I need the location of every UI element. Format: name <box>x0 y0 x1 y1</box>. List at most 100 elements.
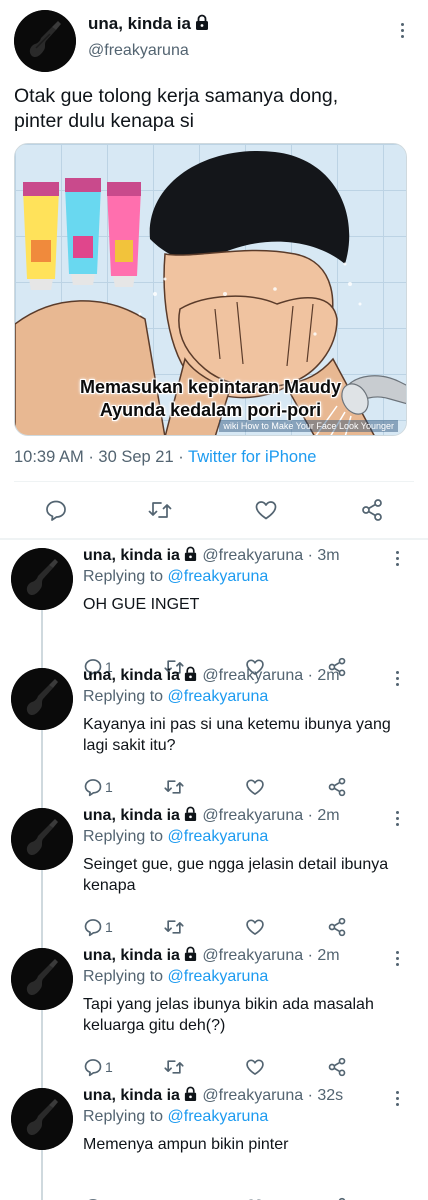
author-handle[interactable]: @freakyaruna <box>88 42 189 60</box>
reply-text: Tapi yang jelas ibunya bikin ada masalah… <box>83 996 374 1034</box>
guitar-silhouette-icon <box>11 668 73 730</box>
reply-header: una, kinda ia @freakyaruna · 2m <box>83 806 340 825</box>
more-options-icon[interactable] <box>387 668 407 688</box>
share-button[interactable] <box>327 916 347 938</box>
meta-separator: · <box>307 947 313 964</box>
replying-to-handle[interactable]: @freakyaruna <box>168 828 269 845</box>
tweet-actions <box>0 496 428 526</box>
reply-tweet[interactable]: una, kinda ia @freakyaruna · 3m Replying… <box>0 540 428 680</box>
author-name-text: una, kinda ia <box>88 14 191 33</box>
lock-icon <box>195 14 208 30</box>
reply-tweet[interactable]: una, kinda ia @freakyaruna · 2m Replying… <box>0 940 428 1080</box>
share-icon <box>362 499 382 521</box>
share-button[interactable] <box>327 1056 347 1078</box>
reply-tweet[interactable]: una, kinda ia @freakyaruna · 32s Replyin… <box>0 1080 428 1200</box>
retweet-button[interactable] <box>163 1196 185 1200</box>
more-options-icon[interactable] <box>392 20 412 40</box>
reply-button[interactable]: 1 <box>83 1056 113 1078</box>
author-name[interactable]: una, kinda ia <box>83 1087 180 1104</box>
replying-to-handle[interactable]: @freakyaruna <box>168 968 269 985</box>
reply-button[interactable] <box>42 496 70 524</box>
author-name[interactable]: una, kinda ia <box>83 947 180 964</box>
avatar[interactable] <box>14 10 76 72</box>
reply-icon <box>46 500 66 521</box>
author-handle[interactable]: @freakyaruna <box>202 807 303 824</box>
more-options-icon[interactable] <box>387 548 407 568</box>
replying-to: Replying to @freakyaruna <box>83 688 268 706</box>
reply-button[interactable] <box>83 1196 105 1200</box>
more-options-icon[interactable] <box>387 1088 407 1108</box>
meta-separator: · <box>178 448 184 466</box>
retweet-button[interactable] <box>146 496 174 524</box>
cleanser-tubes <box>23 178 141 290</box>
author-name[interactable]: una, kinda ia <box>83 667 180 684</box>
reply-time[interactable]: 2m <box>317 807 339 824</box>
retweet-button[interactable] <box>163 916 185 938</box>
replying-to-handle[interactable]: @freakyaruna <box>168 1108 269 1125</box>
main-tweet: una, kinda ia @freakyaruna Otak gue tolo… <box>0 0 428 540</box>
author-handle[interactable]: @freakyaruna <box>202 1087 303 1104</box>
source-link[interactable]: Twitter for iPhone <box>188 448 316 466</box>
avatar[interactable] <box>11 548 73 610</box>
lock-icon <box>184 1086 197 1102</box>
replying-to: Replying to @freakyaruna <box>83 968 268 986</box>
reply-header: una, kinda ia @freakyaruna · 2m <box>83 946 340 965</box>
lock-icon <box>184 806 197 822</box>
guitar-silhouette-icon <box>14 10 76 72</box>
replying-label: Replying to <box>83 968 164 985</box>
reply-icon <box>84 919 102 937</box>
tweet-image[interactable]: Memasukan kepintaran Maudy Ayunda kedala… <box>14 143 407 436</box>
reply-tweet[interactable]: una, kinda ia @freakyaruna · 2m Replying… <box>0 660 428 800</box>
meta-separator: · <box>307 807 313 824</box>
author-handle[interactable]: @freakyaruna <box>202 947 303 964</box>
replying-label: Replying to <box>83 828 164 845</box>
author-name[interactable]: una, kinda ia <box>83 807 180 824</box>
retweet-button[interactable] <box>163 776 185 798</box>
like-button[interactable] <box>245 1196 265 1200</box>
retweet-button[interactable] <box>163 1056 185 1078</box>
replying-label: Replying to <box>83 1108 164 1125</box>
reply-icon <box>84 779 102 797</box>
author-name[interactable]: una, kinda ia <box>88 14 210 34</box>
meta-separator: · <box>307 667 313 684</box>
reply-time[interactable]: 3m <box>317 547 339 564</box>
avatar[interactable] <box>11 948 73 1010</box>
share-button[interactable] <box>327 776 347 798</box>
author-handle[interactable]: @freakyaruna <box>202 667 303 684</box>
reply-time[interactable]: 2m <box>317 947 339 964</box>
more-options-icon[interactable] <box>387 948 407 968</box>
reply-time[interactable]: 32s <box>317 1087 343 1104</box>
share-icon <box>328 1057 346 1077</box>
share-icon <box>328 777 346 797</box>
avatar[interactable] <box>11 808 73 870</box>
lock-icon <box>184 666 197 682</box>
like-button[interactable] <box>252 496 280 524</box>
reply-actions <box>83 1196 383 1200</box>
replying-to-handle[interactable]: @freakyaruna <box>168 568 269 585</box>
reply-button[interactable]: 1 <box>83 916 113 938</box>
reply-header: una, kinda ia @freakyaruna · 3m <box>83 546 340 565</box>
tweet-text: Otak gue tolong kerja samanya dong, pint… <box>14 85 339 132</box>
retweet-icon <box>164 920 184 934</box>
more-options-icon[interactable] <box>387 808 407 828</box>
reply-time[interactable]: 2m <box>317 667 339 684</box>
date[interactable]: 30 Sep 21 <box>98 448 173 466</box>
share-button[interactable] <box>327 1196 347 1200</box>
like-button[interactable] <box>245 916 265 938</box>
like-icon <box>255 501 277 520</box>
like-button[interactable] <box>245 776 265 798</box>
author-handle[interactable]: @freakyaruna <box>202 547 303 564</box>
avatar[interactable] <box>11 1088 73 1150</box>
avatar[interactable] <box>11 668 73 730</box>
reply-header: una, kinda ia @freakyaruna · 2m <box>83 666 340 685</box>
reply-tweet[interactable]: una, kinda ia @freakyaruna · 2m Replying… <box>0 800 428 940</box>
timestamp[interactable]: 10:39 AM <box>14 448 84 466</box>
author-name[interactable]: una, kinda ia <box>83 547 180 564</box>
reply-icon <box>84 1059 102 1077</box>
share-icon <box>328 917 346 937</box>
like-button[interactable] <box>245 1056 265 1078</box>
replying-to-handle[interactable]: @freakyaruna <box>168 688 269 705</box>
reply-actions: 1 <box>83 1056 383 1078</box>
share-button[interactable] <box>358 496 386 524</box>
reply-button[interactable]: 1 <box>83 776 113 798</box>
